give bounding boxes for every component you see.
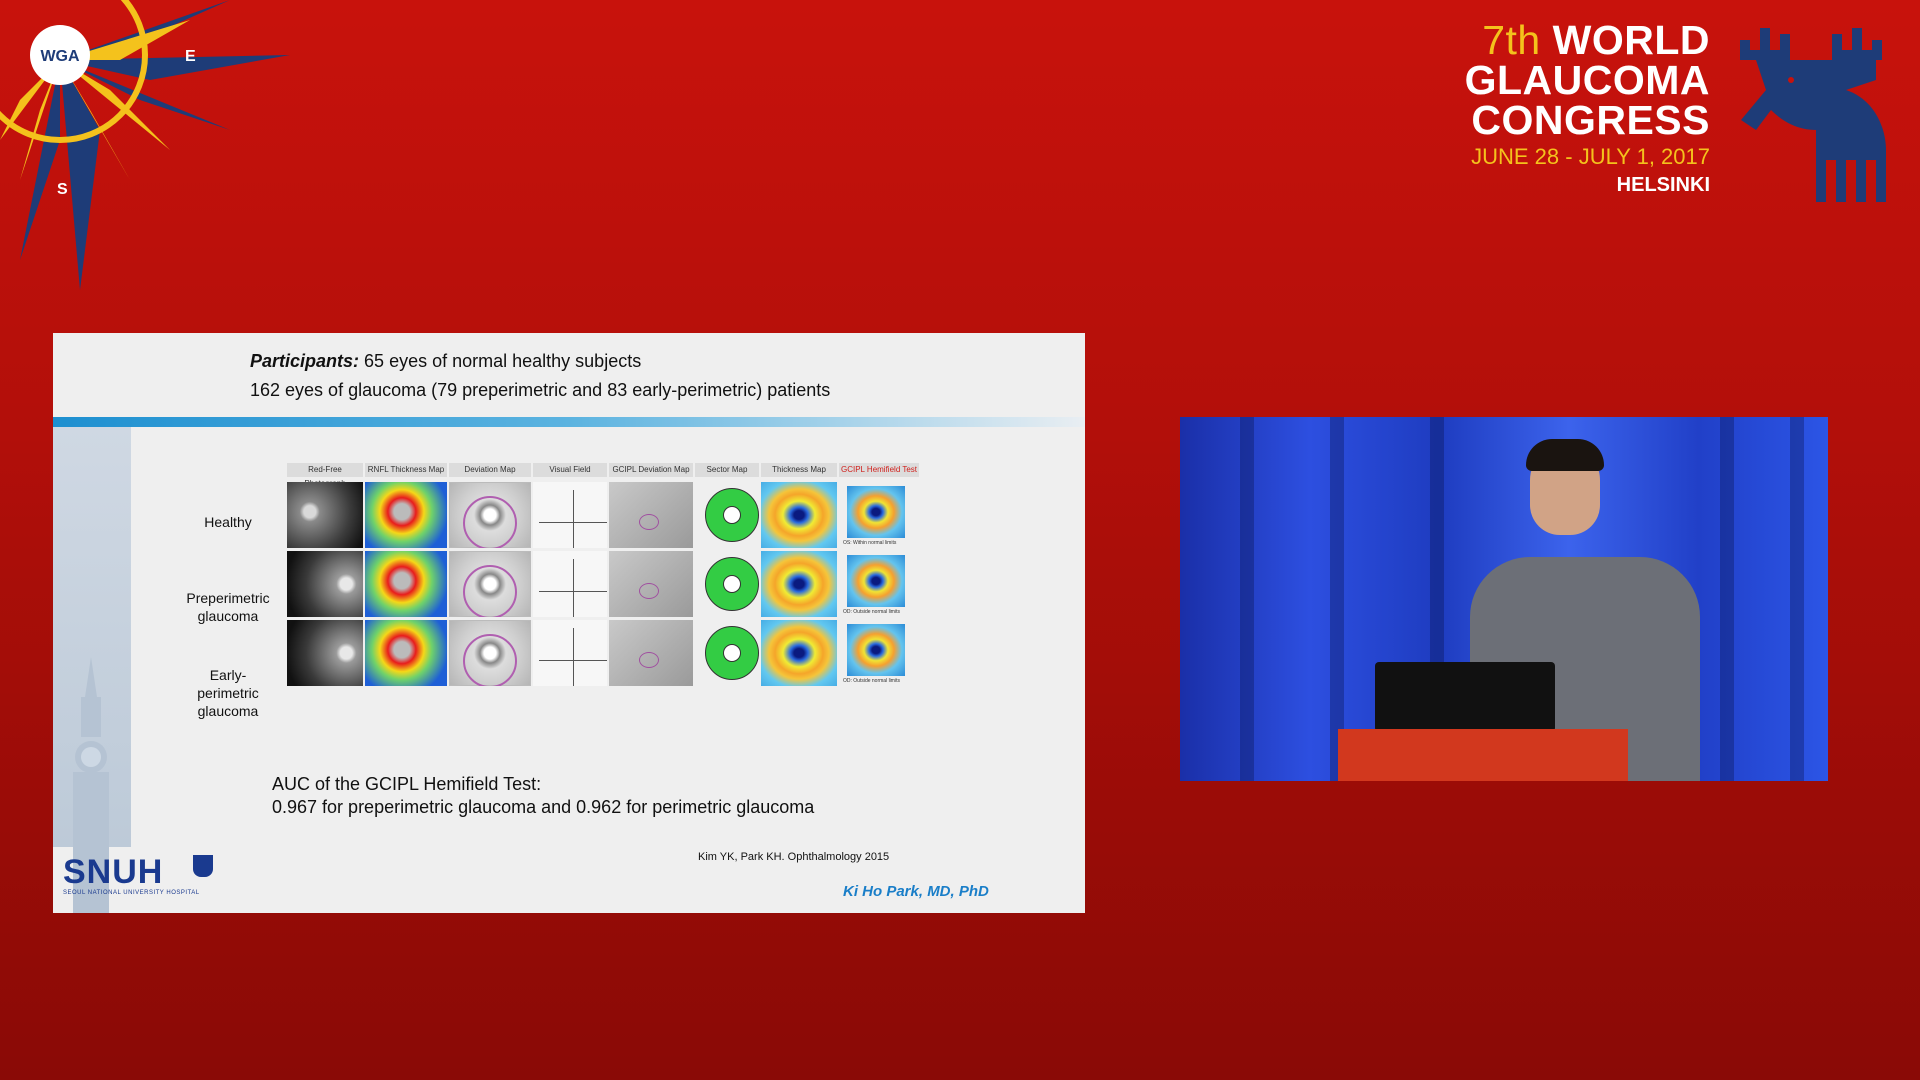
column-header-deviation: Deviation Map xyxy=(449,463,531,477)
moose-icon xyxy=(1740,28,1886,202)
brand-word-congress: CONGRESS xyxy=(1471,97,1710,143)
rnfl-thickness-map xyxy=(365,620,447,686)
gcipl-deviation-map xyxy=(609,551,693,617)
hemifield-note: OD: Outside normal limits xyxy=(843,678,900,684)
hemifield-test: OS: Within normal limits xyxy=(839,482,919,548)
brand-city: HELSINKI xyxy=(1616,174,1710,196)
podium xyxy=(1338,729,1628,781)
visual-field xyxy=(533,620,607,686)
column-header-gcipl-deviation: GCIPL Deviation Map xyxy=(609,463,693,477)
auc-text: AUC of the GCIPL Hemifield Test: 0.967 f… xyxy=(272,773,814,819)
red-free-photo xyxy=(287,620,363,686)
thickness-map xyxy=(761,620,837,686)
sector-center xyxy=(723,575,741,593)
participants-text: 65 eyes of normal healthy subjects xyxy=(364,351,642,371)
brand-dates: JUNE 28 - JULY 1, 2017 xyxy=(1471,144,1710,169)
snuh-logo: SNUH SEOUL NATIONAL UNIVERSITY HOSPITAL xyxy=(63,853,213,897)
rnfl-thickness-map xyxy=(365,551,447,617)
column-header-visual-field: Visual Field xyxy=(533,463,607,477)
deviation-map xyxy=(449,551,531,617)
column-header-red-free: Red-Free Photograph xyxy=(287,463,363,488)
auc-line-1: AUC of the GCIPL Hemifield Test: xyxy=(272,774,542,794)
presentation-slide: Participants: 65 eyes of normal healthy … xyxy=(53,333,1085,913)
sector-map xyxy=(695,620,759,686)
column-header-sector: Sector Map xyxy=(695,463,759,477)
congress-branding: 7th WORLD GLAUCOMA CONGRESS JUNE 28 - JU… xyxy=(1440,20,1710,198)
participants-line-2: 162 eyes of glaucoma (79 preperimetric a… xyxy=(250,380,831,400)
brand-word-glaucoma: GLAUCOMA xyxy=(1464,57,1710,103)
deviation-map xyxy=(449,482,531,548)
sector-center xyxy=(723,506,741,524)
column-header-thickness: Thickness Map xyxy=(761,463,837,477)
sector-map xyxy=(695,482,759,548)
thickness-map xyxy=(761,482,837,548)
speaker-hair xyxy=(1526,439,1604,471)
row-label-preperimetric: Preperimetric glaucoma xyxy=(186,590,270,624)
gcipl-deviation-map xyxy=(609,482,693,548)
slide-divider xyxy=(53,417,1085,427)
column-header-hemifield: GCIPL Hemifield Test xyxy=(839,463,919,477)
speaker-video-feed xyxy=(1180,417,1828,781)
wga-letter-s: S xyxy=(57,181,68,198)
hemifield-test: OD: Outside normal limits xyxy=(839,551,919,617)
visual-field xyxy=(533,551,607,617)
row-label-early-perimetric: Early- perimetric glaucoma xyxy=(197,667,259,719)
curtain-fold xyxy=(1790,417,1804,781)
sector-center xyxy=(723,644,741,662)
hemifield-note: OS: Within normal limits xyxy=(843,540,897,546)
snuh-badge-icon xyxy=(193,855,213,877)
column-header-rnfl: RNFL Thickness Map xyxy=(365,463,447,477)
curtain-fold xyxy=(1720,417,1734,781)
brand-line-1: 7th WORLD xyxy=(1440,20,1710,61)
hemifield-test: OD: Outside normal limits xyxy=(839,620,919,686)
presenter-name: Ki Ho Park, MD, PhD xyxy=(843,883,989,900)
red-free-photo xyxy=(287,482,363,548)
citation: Kim YK, Park KH. Ophthalmology 2015 xyxy=(698,851,890,863)
hemifield-map xyxy=(847,624,905,676)
sector-map xyxy=(695,551,759,617)
wga-logo: WGA E S xyxy=(0,0,290,290)
row-label-healthy: Healthy xyxy=(204,514,252,530)
participants-label: Participants: xyxy=(250,351,360,371)
deviation-map xyxy=(449,620,531,686)
visual-field xyxy=(533,482,607,548)
wga-letter-e: E xyxy=(185,48,196,65)
snuh-logo-subtitle: SEOUL NATIONAL UNIVERSITY HOSPITAL xyxy=(63,890,200,896)
wga-logo-text: WGA xyxy=(40,48,80,65)
laptop xyxy=(1375,662,1555,732)
snuh-logo-text: SNUH xyxy=(63,853,164,891)
hemifield-map xyxy=(847,555,905,607)
curtain-fold xyxy=(1240,417,1254,781)
auc-line-2: 0.967 for preperimetric glaucoma and 0.9… xyxy=(272,797,815,817)
slide-sidebar xyxy=(53,427,131,913)
gcipl-deviation-map xyxy=(609,620,693,686)
thickness-map xyxy=(761,551,837,617)
hemifield-note: OD: Outside normal limits xyxy=(843,609,900,615)
participants-line: Participants: 65 eyes of normal healthy … xyxy=(250,347,830,376)
slide-header: Participants: 65 eyes of normal healthy … xyxy=(250,347,830,405)
red-free-photo xyxy=(287,551,363,617)
hemifield-map xyxy=(847,486,905,538)
curtain-fold xyxy=(1330,417,1344,781)
rnfl-thickness-map xyxy=(365,482,447,548)
